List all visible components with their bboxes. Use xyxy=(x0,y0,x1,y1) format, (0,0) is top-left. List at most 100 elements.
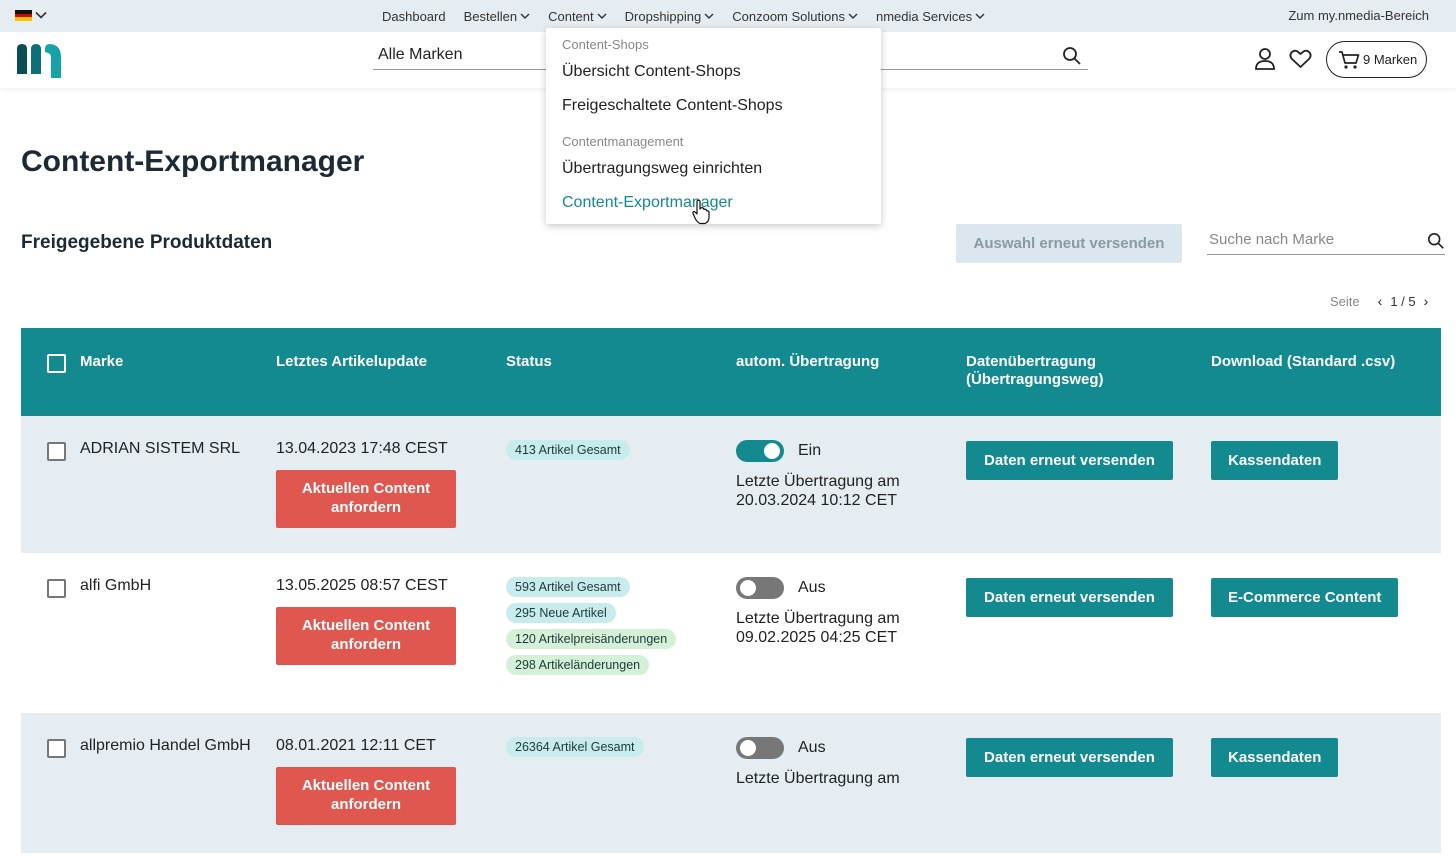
search-icon[interactable] xyxy=(1062,46,1082,66)
select-all-checkbox[interactable] xyxy=(47,354,66,373)
toggle-state-label: Aus xyxy=(798,579,826,596)
column-header-data-transfer-line2: (Übertragungsweg) xyxy=(966,371,1104,388)
resend-data-button[interactable]: Daten erneut versenden xyxy=(966,578,1173,617)
brand-select[interactable]: Alle Marken xyxy=(373,46,553,70)
row-checkbox[interactable] xyxy=(47,739,66,758)
chevron-down-icon[interactable] xyxy=(35,9,47,21)
status-badge: 295 Neue Artikel xyxy=(506,603,616,623)
search-icon[interactable] xyxy=(1427,232,1445,250)
download-button[interactable]: Kassendaten xyxy=(1211,738,1339,777)
menu-item-unlocked-content-shops[interactable]: Freigeschaltete Content-Shops xyxy=(562,97,783,115)
toggle-knob xyxy=(740,580,756,596)
last-transfer-label: Letzte Übertragung am xyxy=(736,770,900,787)
top-nav-item[interactable]: Content xyxy=(548,9,607,24)
nmedia-logo[interactable] xyxy=(16,43,62,79)
status-badges: 593 Artikel Gesamt 295 Neue Artikel 120 Ar… xyxy=(506,577,677,681)
product-search-input[interactable]: r xyxy=(872,46,1088,70)
my-nmedia-link[interactable]: Zum my.nmedia-Bereich xyxy=(1288,8,1429,23)
request-content-button[interactable]: Aktuellen Content anfordern xyxy=(276,767,456,825)
brand-search-placeholder: Suche nach Marke xyxy=(1209,231,1335,248)
cart-button[interactable]: 9 Marken xyxy=(1326,41,1427,78)
chevron-left-icon[interactable]: ‹ xyxy=(1378,293,1383,309)
request-content-label-line1: Aktuellen Content xyxy=(301,480,431,497)
request-content-button[interactable]: Aktuellen Content anfordern xyxy=(276,607,456,665)
table-row: allpremio Handel GmbH 08.01.2021 12:11 CE… xyxy=(21,713,1441,853)
top-nav-item[interactable]: Bestellen xyxy=(464,9,530,24)
request-content-label-line1: Aktuellen Content xyxy=(301,777,431,794)
last-transfer-label: Letzte Übertragung am xyxy=(736,610,900,627)
top-nav-item[interactable]: nmedia Services xyxy=(876,9,985,24)
menu-item-setup-transfer-path[interactable]: Übertragungsweg einrichten xyxy=(562,160,762,178)
last-transfer-date: 09.02.2025 04:25 CET xyxy=(736,629,898,646)
last-transfer-label: Letzte Übertragung am xyxy=(736,473,900,490)
chevron-down-icon xyxy=(848,13,858,19)
resend-data-button[interactable]: Daten erneut versenden xyxy=(966,738,1173,777)
auto-transfer-control: Aus xyxy=(736,737,826,759)
request-content-button[interactable]: Aktuellen Content anfordern xyxy=(276,470,456,528)
table-row: alfi GmbH 13.05.2025 08:57 CEST Aktuellen … xyxy=(21,553,1441,713)
top-nav-label: Dashboard xyxy=(382,8,446,24)
toggle-state-label: Ein xyxy=(798,442,822,459)
brand-name: ADRIAN SISTEM SRL xyxy=(80,440,241,457)
column-header-data-transfer[interactable]: Datenübertragung (Übertragungsweg) xyxy=(966,353,1104,389)
row-checkbox[interactable] xyxy=(47,579,66,598)
resend-data-button[interactable]: Daten erneut versenden xyxy=(966,441,1173,480)
request-content-label-line1: Aktuellen Content xyxy=(301,617,431,634)
chevron-down-icon xyxy=(520,13,530,19)
pager-value: 1 / 5 xyxy=(1390,293,1416,309)
user-icon[interactable] xyxy=(1254,47,1276,71)
status-badges: 26364 Artikel Gesamt xyxy=(506,737,644,763)
status-badge: 298 Artikeländerungen xyxy=(506,655,650,675)
brand-name: allpremio Handel GmbH xyxy=(80,737,251,754)
top-nav-item[interactable]: Conzoom Solutions xyxy=(732,9,858,24)
auto-transfer-toggle[interactable] xyxy=(736,737,784,759)
status-badge: 26364 Artikel Gesamt xyxy=(506,737,644,757)
pagination: Seite ‹ 1 / 5 › xyxy=(1330,293,1436,309)
request-content-label-line2: anfordern xyxy=(330,796,401,813)
table-header: Marke Letztes Artikelupdate Status autom… xyxy=(21,328,1441,416)
last-update-date: 08.01.2021 12:11 CET xyxy=(276,737,436,754)
resend-selection-button[interactable]: Auswahl erneut versenden xyxy=(956,224,1182,263)
chevron-down-icon xyxy=(704,13,714,19)
auto-transfer-control: Aus xyxy=(736,577,826,599)
toggle-state-label: Aus xyxy=(798,739,826,756)
page-title: Content-Exportmanager xyxy=(21,145,365,178)
toggle-knob xyxy=(740,740,756,756)
dropdown-group-contentmanagement: Contentmanagement xyxy=(562,134,684,149)
top-nav-label: Content xyxy=(548,8,594,24)
top-nav-item[interactable]: Dropshipping xyxy=(625,9,715,24)
hand-cursor-icon xyxy=(692,199,710,225)
auto-transfer-toggle[interactable] xyxy=(736,440,784,462)
column-header-brand[interactable]: Marke xyxy=(80,353,123,371)
chevron-right-icon[interactable]: › xyxy=(1424,293,1429,309)
last-update-date: 13.04.2023 17:48 CEST xyxy=(276,440,448,457)
status-badge: 120 Artikelpreisänderungen xyxy=(506,629,677,649)
request-content-label-line2: anfordern xyxy=(330,636,401,653)
chevron-down-icon xyxy=(597,13,607,19)
toggle-knob xyxy=(764,443,780,459)
top-nav-label: nmedia Services xyxy=(875,8,973,24)
brand-search-input[interactable]: Suche nach Marke xyxy=(1207,231,1445,255)
top-nav-label: Conzoom Solutions xyxy=(732,8,845,24)
auto-transfer-control: Ein xyxy=(736,440,821,462)
last-transfer-info: Letzte Übertragung am 20.03.2024 10:12 CE… xyxy=(736,472,900,510)
column-header-status[interactable]: Status xyxy=(506,353,552,371)
column-header-last-update[interactable]: Letztes Artikelupdate xyxy=(276,353,427,371)
auto-transfer-toggle[interactable] xyxy=(736,577,784,599)
column-header-auto-transfer[interactable]: autom. Übertragung xyxy=(736,353,879,371)
column-header-data-transfer-line1: Datenübertragung xyxy=(966,353,1097,370)
dropdown-group-content-shops: Content-Shops xyxy=(562,37,649,52)
german-flag-icon[interactable] xyxy=(15,10,32,22)
column-header-download[interactable]: Download (Standard .csv) xyxy=(1211,353,1395,371)
heart-icon[interactable] xyxy=(1289,49,1312,69)
download-button[interactable]: E-Commerce Content xyxy=(1211,578,1399,617)
brand-name: alfi GmbH xyxy=(80,577,152,594)
download-button[interactable]: Kassendaten xyxy=(1211,441,1339,480)
last-transfer-info: Letzte Übertragung am 09.02.2025 04:25 CE… xyxy=(736,609,900,647)
chevron-down-icon xyxy=(975,13,985,19)
row-checkbox[interactable] xyxy=(47,442,66,461)
section-title: Freigegebene Produktdaten xyxy=(21,232,273,253)
menu-item-overview-content-shops[interactable]: Übersicht Content-Shops xyxy=(562,63,741,81)
top-nav-item[interactable]: Dashboard xyxy=(382,9,446,24)
top-nav-label: Dropshipping xyxy=(624,8,702,24)
